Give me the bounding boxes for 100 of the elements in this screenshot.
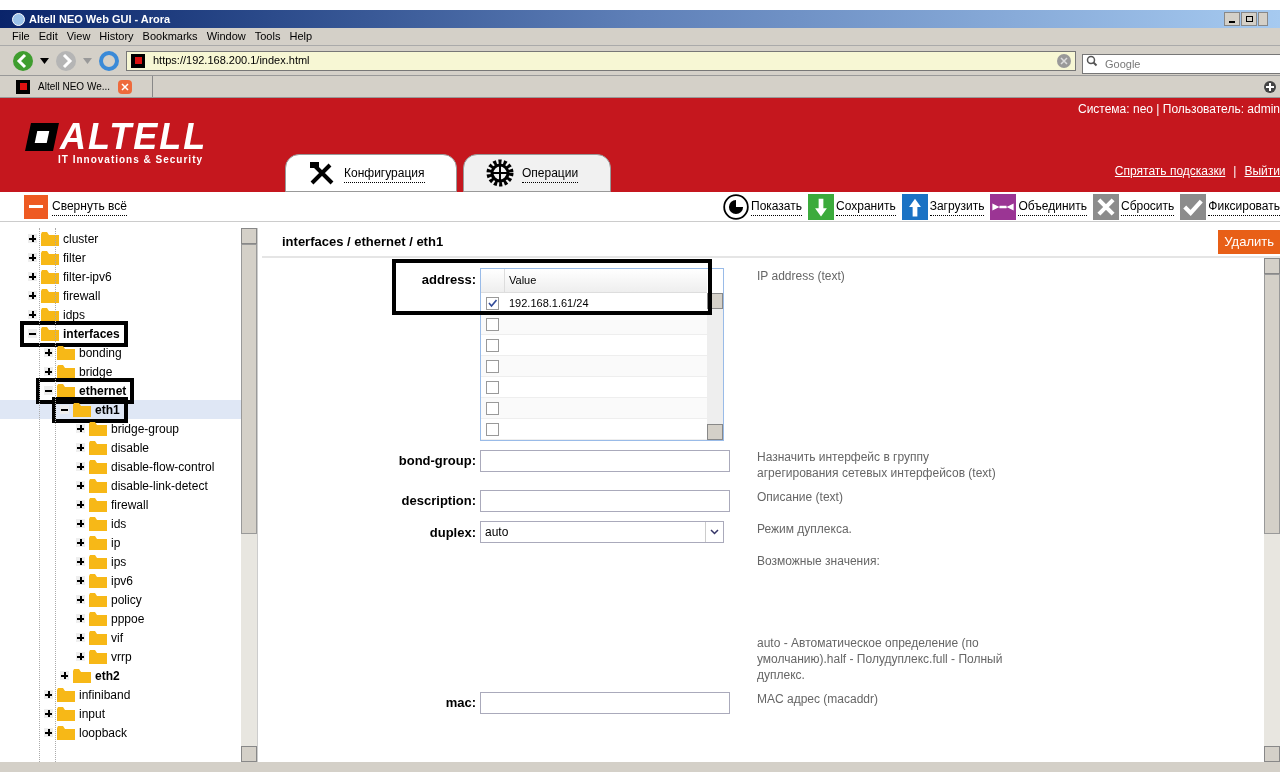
collapse-toggle[interactable] [28,329,37,338]
expand-toggle[interactable] [76,462,85,471]
tree-item-label[interactable]: ethernet [79,381,127,400]
expand-toggle[interactable] [28,310,37,319]
restore-button[interactable] [1241,12,1257,26]
expand-toggle[interactable] [76,595,85,604]
header-link[interactable]: Спрятать подсказки [1114,162,1226,180]
row-checkbox[interactable] [486,422,499,436]
expand-toggle[interactable] [44,709,53,718]
expand-toggle[interactable] [60,671,69,680]
folder-icon [89,535,107,550]
tree-item-label[interactable]: vif [111,628,123,647]
row-checkbox[interactable] [486,359,499,373]
row-checkbox[interactable] [486,296,499,310]
menu-item[interactable]: Edit [38,28,58,45]
menu-item[interactable]: Bookmarks [142,28,198,45]
minimize-button[interactable] [1224,12,1240,26]
expand-toggle[interactable] [28,234,37,243]
tree-item-label[interactable]: disable-flow-control [111,457,215,476]
expand-toggle[interactable] [76,481,85,490]
toolbar-button[interactable]: Показать [723,193,803,220]
tree-item-label[interactable]: vrrp [111,647,132,666]
tree-item-label[interactable]: disable [111,438,150,457]
tree-item-label[interactable]: eth2 [95,666,120,685]
input-field[interactable] [480,490,730,512]
expand-toggle[interactable] [76,576,85,585]
toolbar-button[interactable]: Объединить [990,193,1087,220]
tree-item-label[interactable]: disable-link-detect [111,476,208,495]
new-tab-icon[interactable] [1264,80,1276,93]
row-checkbox[interactable] [486,338,499,352]
tree-item-label[interactable]: cluster [63,229,99,248]
back-icon[interactable] [12,49,34,72]
tree-item-label[interactable]: loopback [79,723,128,742]
expand-toggle[interactable] [44,690,53,699]
close-icon[interactable] [118,79,133,94]
tree-item-label[interactable]: ip [111,533,121,552]
tree-item-label[interactable]: interfaces [63,324,120,343]
tree-item-label[interactable]: ids [111,514,127,533]
dropdown[interactable]: auto [480,521,724,543]
collapse-toggle[interactable] [44,386,53,395]
expand-toggle[interactable] [44,367,53,376]
expand-toggle[interactable] [76,633,85,642]
expand-toggle[interactable] [76,652,85,661]
tree-item-label[interactable]: ipv6 [111,571,133,590]
search-field[interactable]: Google [1082,53,1280,74]
row-checkbox[interactable] [486,317,499,331]
input-field[interactable] [480,692,730,714]
tree-item-label[interactable]: filter [63,248,86,267]
toolbar-button[interactable]: Сбросить [1093,193,1175,220]
expand-toggle[interactable] [28,291,37,300]
expand-toggle[interactable] [76,519,85,528]
expand-toggle[interactable] [44,348,53,357]
tree-item-label[interactable]: bridge [79,362,113,381]
expand-toggle[interactable] [76,538,85,547]
toolbar-button[interactable]: Фиксировать [1180,193,1280,220]
tree-item-label[interactable]: firewall [111,495,149,514]
row-checkbox[interactable] [486,401,499,415]
expand-toggle[interactable] [76,443,85,452]
tree-item-label[interactable]: infiniband [79,685,131,704]
tree-item-label[interactable]: eth1 [95,400,120,419]
nav-tab[interactable]: Конфигурация [285,154,457,192]
expand-toggle[interactable] [76,614,85,623]
menu-item[interactable]: History [99,28,134,45]
expand-toggle[interactable] [28,272,37,281]
expand-toggle[interactable] [44,728,53,737]
menu-item[interactable]: File [12,28,30,45]
address-field[interactable]: https://192.168.200.1/index.html [126,50,1076,71]
value-grid[interactable]: Value 192.168.1.61/24 [480,268,724,441]
tree-item-label[interactable]: ips [111,552,127,571]
tree-item-label[interactable]: input [79,704,106,723]
tree-item-label[interactable]: idps [63,305,85,324]
expand-toggle[interactable] [76,557,85,566]
expand-toggle[interactable] [76,424,85,433]
expand-toggle[interactable] [76,500,85,509]
clear-icon[interactable] [1057,53,1071,68]
expand-toggle[interactable] [28,253,37,262]
menu-item[interactable]: View [66,28,91,45]
scrollbar[interactable] [707,293,723,440]
tree-item-label[interactable]: bridge-group [111,419,180,438]
header-link[interactable]: Выйти [1244,162,1280,180]
scrollbar[interactable] [241,228,257,762]
toolbar-button[interactable]: Загрузить [901,193,985,220]
menu-item[interactable]: Tools [254,28,281,45]
tree-item-label[interactable]: bonding [79,343,122,362]
tree-item-label[interactable]: filter-ipv6 [63,267,112,286]
gear-icon [486,159,514,187]
caret-icon[interactable] [40,57,49,64]
tree-item-label[interactable]: pppoe [111,609,145,628]
input-field[interactable] [480,450,730,472]
collapse-all-button[interactable]: Свернуть всё [24,194,127,219]
menu-item[interactable]: Help [289,28,313,45]
scrollbar[interactable] [1264,258,1280,762]
nav-tab[interactable]: Операции [463,154,611,192]
menu-item[interactable]: Window [206,28,246,45]
toolbar-button[interactable]: Сохранить [808,193,896,220]
tree-item-label[interactable]: policy [111,590,142,609]
system-info: Система: neo | Пользователь: admin [1077,101,1280,118]
collapse-toggle[interactable] [60,405,69,414]
tree-item-label[interactable]: firewall [63,286,101,305]
row-checkbox[interactable] [486,380,499,394]
